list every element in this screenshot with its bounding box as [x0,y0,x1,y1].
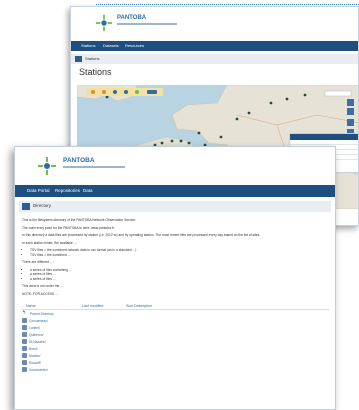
nav-item[interactable]: Data Portal [27,188,50,193]
folder-icon [22,339,27,345]
file-link[interactable]: Douarnenez/ [29,368,48,372]
brand-name: PANTOBA [63,157,95,164]
folder-icon [22,360,27,366]
breadcrumb: Directory [19,201,331,212]
folder-icon [22,353,27,359]
table-row[interactable]: Concarneau/ [22,317,329,324]
directory-content: This is the filesystem directory of the … [15,212,335,373]
breadcrumb-label[interactable]: Stations [85,56,99,62]
table-body: ↰ Parent Directory Concarneau/Lorient/Quib… [22,310,329,373]
logo-icon [95,14,113,32]
legend-dot [135,90,139,94]
nav-item[interactable]: Stations [81,43,95,48]
legend-dot [124,90,128,94]
name-cell: Morlaix/ [22,353,82,359]
table-row[interactable]: Quiberon/ [22,331,329,338]
directory-window: PANTOBA Data Portal Repositories Data Di… [14,146,336,410]
home-icon[interactable] [75,56,82,62]
description-text: In this directory a data files are proce… [22,233,261,238]
name-cell: Roscoff/ [22,360,82,366]
legend-dot [91,90,95,94]
list-item: a series of files ... [30,277,329,281]
name-cell: St-Nazaire/ [22,339,82,345]
name-cell: ↰ Parent Directory [22,311,82,316]
file-link[interactable]: St-Nazaire/ [29,340,46,344]
folder-icon [22,332,27,338]
tagline [117,23,177,25]
name-cell: Douarnenez/ [22,367,82,373]
file-link[interactable]: Concarneau/ [29,319,48,323]
breadcrumb: Stations [71,54,358,64]
nav-item[interactable]: Datasets [103,43,119,48]
file-link[interactable]: Morlaix/ [29,354,41,358]
legend-dot [113,90,117,94]
column-header-modified[interactable]: Last modified [82,302,126,309]
file-link[interactable]: Lorient/ [29,326,40,330]
nav-item[interactable]: Data [83,188,93,193]
folder-icon [22,325,27,331]
table-row[interactable]: Douarnenez/ [22,366,329,373]
table-header: Name Last modified Size Description [22,302,329,311]
table-row[interactable]: ↰ Parent Directory [22,310,329,317]
note-text: This area is not under the ... [22,284,64,288]
file-link[interactable]: Brest/ [29,347,38,351]
nav-item[interactable]: Resources [125,43,144,48]
folder-icon [22,318,27,324]
column-header-name[interactable]: Name [22,302,82,309]
table-row[interactable]: Roscoff/ [22,359,329,366]
top-link-underline[interactable] [96,1,359,5]
folder-icon [22,367,27,373]
station-folder-text: In each station folder, the available ..… [22,240,78,245]
legend-dot [147,90,157,94]
legend-dot [102,90,106,94]
name-cell: Quiberon/ [22,332,82,338]
table-row[interactable]: Lorient/ [22,324,329,331]
name-cell: Brest/ [22,346,82,352]
column-header-size[interactable]: Size Description [126,302,166,309]
logo-icon [37,156,57,176]
list-item: TSV files = the combined ... [30,253,329,257]
tagline [63,166,125,168]
table-row[interactable]: Brest/ [22,345,329,352]
intro-text: This is the filesystem directory of the … [22,218,137,222]
map-legend [87,88,163,96]
note2-text: NOTE: FOR ACCESS ... [22,291,58,296]
brand-name: PANTOBA [117,15,147,21]
table-row[interactable]: St-Nazaire/ [22,338,329,345]
header: PANTOBA [15,147,335,185]
series-list: a series of files containing ... a serie… [30,268,329,281]
file-types-list: TSV files = the combined network data in… [30,248,329,257]
intro2-text: There are different ...: [22,260,54,265]
entry-point-text: The main entry point for the PANTOBA is … [22,225,114,230]
nav-item[interactable]: Repositories [55,188,80,193]
home-icon[interactable] [22,203,30,210]
table-row[interactable]: Morlaix/ [22,352,329,359]
nav-bar: Data Portal Repositories Data [15,185,335,197]
file-link[interactable]: Roscoff/ [29,361,41,365]
page-title: Stations [79,67,112,77]
directory-listing: Name Last modified Size Description ↰ Par… [22,302,329,373]
nav-bar: Stations Datasets Resources [71,41,358,51]
breadcrumb-label[interactable]: Directory [33,203,51,209]
name-cell: Lorient/ [22,325,82,331]
file-link[interactable]: Quiberon/ [29,333,43,337]
parent-directory-icon: ↰ [22,310,27,317]
name-cell: Concarneau/ [22,318,82,324]
header: PANTOBA [71,7,358,41]
folder-icon [22,346,27,352]
file-link[interactable]: Parent Directory [30,312,54,316]
